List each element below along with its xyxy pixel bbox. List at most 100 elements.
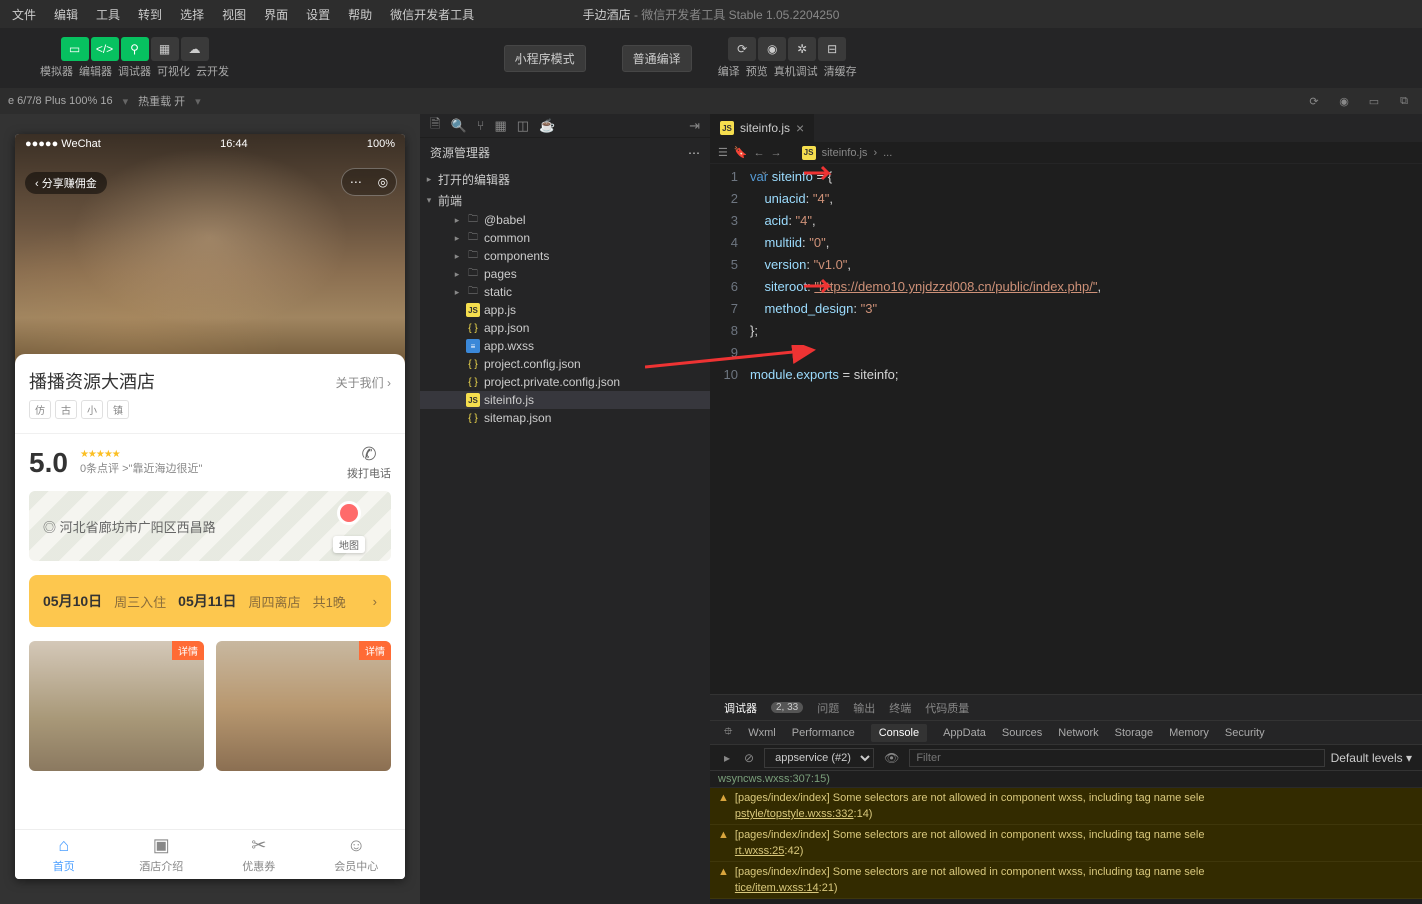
detach-icon[interactable]: ⧉ bbox=[1394, 91, 1414, 111]
screenshot-icon[interactable]: ▭ bbox=[1364, 91, 1384, 111]
tree-opened-editors[interactable]: ▸打开的编辑器 bbox=[420, 169, 710, 190]
cloud-toggle[interactable]: ☁ bbox=[181, 37, 209, 61]
compile-button[interactable]: ⟳ bbox=[728, 37, 756, 61]
tree-item-sitemap-json[interactable]: { }sitemap.json bbox=[420, 409, 710, 427]
dt-sub-sources[interactable]: Sources bbox=[1002, 727, 1042, 739]
breadcrumb-file[interactable]: siteinfo.js bbox=[822, 147, 868, 159]
dt-tab-debugger[interactable]: 调试器 bbox=[724, 700, 757, 716]
tree-item-static[interactable]: ▸🗀static bbox=[420, 283, 710, 301]
editor-panel: JS siteinfo.js × ☰ 🔖 ← → JS siteinfo.js … bbox=[710, 114, 1422, 904]
menu-wechat-devtools[interactable]: 微信开发者工具 bbox=[382, 2, 482, 27]
compile-dropdown[interactable]: 普通编译▼ bbox=[622, 45, 692, 72]
editor-toggle[interactable]: </> bbox=[91, 37, 119, 61]
toggle-sidebar-icon[interactable]: ☰ bbox=[718, 146, 728, 159]
breadcrumb-more[interactable]: ... bbox=[883, 147, 892, 159]
context-select[interactable]: appservice (#2) bbox=[764, 748, 874, 768]
filter-input[interactable] bbox=[909, 749, 1324, 767]
bookmark-icon[interactable]: 🔖 bbox=[734, 146, 748, 159]
tree-item-common[interactable]: ▸🗀common bbox=[420, 229, 710, 247]
dt-sub-appdata[interactable]: AppData bbox=[943, 727, 986, 739]
tree-item-project-private-config-json[interactable]: { }project.private.config.json bbox=[420, 373, 710, 391]
dt-sub-memory[interactable]: Memory bbox=[1169, 727, 1209, 739]
address-card[interactable]: ◎ 河北省廊坊市广阳区西昌路 地图 bbox=[29, 491, 391, 561]
menu-tools[interactable]: 工具 bbox=[88, 2, 128, 27]
simulator-toggle[interactable]: ▭ bbox=[61, 37, 89, 61]
room-card[interactable]: 详情 bbox=[29, 641, 204, 771]
dt-sub-performance[interactable]: Performance bbox=[792, 727, 855, 739]
eye-icon[interactable]: 👁 bbox=[880, 749, 903, 767]
console-clear-icon[interactable]: ⊘ bbox=[740, 749, 758, 767]
git-icon[interactable]: ⑂ bbox=[477, 118, 485, 133]
share-button[interactable]: ‹ 分享赚佣金 bbox=[25, 172, 107, 194]
dt-sub-storage[interactable]: Storage bbox=[1115, 727, 1154, 739]
tab-home[interactable]: ⌂首页 bbox=[15, 830, 113, 879]
dt-sub-network[interactable]: Network bbox=[1058, 727, 1098, 739]
dt-sub-security[interactable]: Security bbox=[1225, 727, 1265, 739]
tree-item-app-js[interactable]: JSapp.js bbox=[420, 301, 710, 319]
hot-reload[interactable]: 热重载 开 bbox=[138, 93, 185, 109]
fold-icon[interactable]: ⌄ bbox=[760, 166, 768, 177]
record-icon[interactable]: ◉ bbox=[1334, 91, 1354, 111]
dt-tab-quality[interactable]: 代码质量 bbox=[925, 700, 969, 716]
menu-help[interactable]: 帮助 bbox=[340, 2, 380, 27]
dt-tab-terminal[interactable]: 终端 bbox=[889, 700, 911, 716]
js-icon: JS bbox=[802, 146, 816, 160]
menu-interface[interactable]: 界面 bbox=[256, 2, 296, 27]
debugger-toggle[interactable]: ⚲ bbox=[121, 37, 149, 61]
search-icon[interactable]: 🔍 bbox=[450, 118, 466, 134]
preview-button[interactable]: ◉ bbox=[758, 37, 786, 61]
console-toggle-icon[interactable]: ▸ bbox=[720, 749, 734, 767]
call-button[interactable]: ✆ 拨打电话 bbox=[347, 444, 391, 481]
collapse-icon[interactable]: ⇥ bbox=[689, 118, 700, 134]
tab-member[interactable]: ☺会员中心 bbox=[308, 830, 406, 879]
tree-item-app-json[interactable]: { }app.json bbox=[420, 319, 710, 337]
dt-tab-output[interactable]: 输出 bbox=[853, 700, 875, 716]
tree-item-app-wxss[interactable]: ≡app.wxss bbox=[420, 337, 710, 355]
capsule-menu[interactable]: ⋯◎ bbox=[341, 168, 397, 196]
nav-back-icon[interactable]: ← bbox=[754, 147, 765, 159]
visual-toggle[interactable]: ▦ bbox=[151, 37, 179, 61]
console-warning: ▲[pages/index/index] Some selectors are … bbox=[710, 862, 1422, 899]
console-log[interactable]: wsyncws.wxss:307:15) ▲[pages/index/index… bbox=[710, 771, 1422, 904]
extension-icon[interactable]: ▦ bbox=[494, 118, 506, 134]
dt-tab-problems[interactable]: 问题 bbox=[817, 700, 839, 716]
levels-dropdown[interactable]: Default levels ▾ bbox=[1331, 751, 1412, 765]
menu-goto[interactable]: 转到 bbox=[130, 2, 170, 27]
device-selector[interactable]: e 6/7/8 Plus 100% 16 bbox=[8, 95, 113, 107]
dt-sub-wxml[interactable]: Wxml bbox=[748, 727, 776, 739]
tree-item-siteinfo-js[interactable]: JSsiteinfo.js bbox=[420, 391, 710, 409]
tree-item-@babel[interactable]: ▸🗀@babel bbox=[420, 211, 710, 229]
home-icon: ⌂ bbox=[58, 835, 69, 856]
about-link[interactable]: 关于我们 › bbox=[336, 374, 391, 391]
room-card[interactable]: 详情 bbox=[216, 641, 391, 771]
nav-forward-icon[interactable]: → bbox=[771, 147, 782, 159]
dt-sub-console[interactable]: Console bbox=[871, 724, 927, 742]
menu-file[interactable]: 文件 bbox=[4, 2, 44, 27]
files-icon[interactable]: 🗎 bbox=[430, 115, 440, 137]
code-editor[interactable]: 12345678910 ⌄ var siteinfo = { uniacid: … bbox=[710, 164, 1422, 694]
window-title: 手边酒店 - 微信开发者工具 Stable 1.05.2204250 bbox=[583, 6, 840, 23]
tree-item-pages[interactable]: ▸🗀pages bbox=[420, 265, 710, 283]
remote-debug-button[interactable]: ✲ bbox=[788, 37, 816, 61]
component-icon[interactable]: ◫ bbox=[517, 118, 529, 134]
mode-dropdown[interactable]: 小程序模式▼ bbox=[504, 45, 586, 72]
tab-coupon[interactable]: ✂优惠券 bbox=[210, 830, 308, 879]
menu-settings[interactable]: 设置 bbox=[298, 2, 338, 27]
build-icon[interactable]: ☕ bbox=[539, 118, 555, 134]
menu-view[interactable]: 视图 bbox=[214, 2, 254, 27]
explorer-more-icon[interactable]: ⋯ bbox=[688, 146, 700, 160]
tree-root[interactable]: ▾前端 bbox=[420, 190, 710, 211]
refresh-icon[interactable]: ⟳ bbox=[1304, 91, 1324, 111]
date-selector[interactable]: 05月10日周三入住 05月11日周四离店 共1晚 › bbox=[29, 575, 391, 627]
menu-edit[interactable]: 编辑 bbox=[46, 2, 86, 27]
editor-tab-siteinfo[interactable]: JS siteinfo.js × bbox=[710, 114, 815, 142]
rating-info[interactable]: ★★★★★ 0条点评 >"靠近海边很近" bbox=[80, 449, 347, 476]
clear-cache-button[interactable]: ⊟ bbox=[818, 37, 846, 61]
phone-frame: ●●●●● WeChat 16:44 100% ‹ 分享赚佣金 ⋯◎ 播播资源大… bbox=[15, 134, 405, 879]
menu-select[interactable]: 选择 bbox=[172, 2, 212, 27]
tab-hotel-info[interactable]: ▣酒店介绍 bbox=[113, 830, 211, 879]
tree-item-components[interactable]: ▸🗀components bbox=[420, 247, 710, 265]
close-tab-icon[interactable]: × bbox=[796, 120, 804, 136]
tree-item-project-config-json[interactable]: { }project.config.json bbox=[420, 355, 710, 373]
inspect-icon[interactable]: ⯐ bbox=[724, 723, 732, 742]
